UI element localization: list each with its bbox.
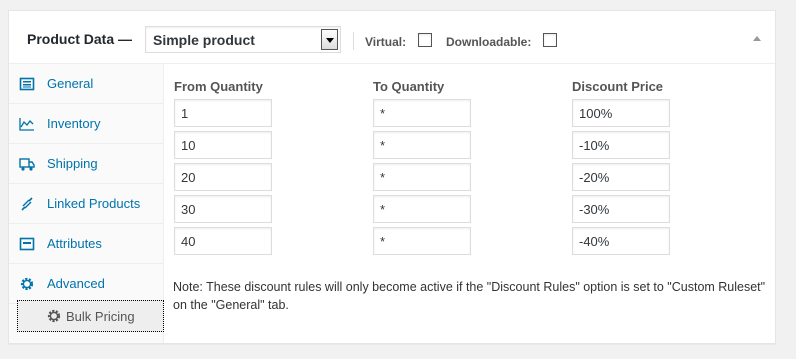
discount-price-input[interactable] xyxy=(572,227,670,255)
tab-linked-products[interactable]: Linked Products xyxy=(9,184,163,224)
tab-shipping[interactable]: Shipping xyxy=(9,144,163,184)
discount-price-input[interactable] xyxy=(572,163,670,191)
bulk-pricing-panel: From Quantity To Quantity Discount Price… xyxy=(164,64,775,343)
tab-general[interactable]: General xyxy=(9,64,163,104)
discount-price-input[interactable] xyxy=(572,195,670,223)
tab-bulk-pricing-label: Bulk Pricing xyxy=(66,309,135,324)
gear-icon xyxy=(47,309,61,323)
product-data-panel: Product Data — Simple product Virtual: D… xyxy=(8,10,776,344)
discount-price-input[interactable] xyxy=(572,131,670,159)
chevron-down-icon[interactable] xyxy=(321,29,338,50)
tab-general-label: General xyxy=(47,76,94,91)
to-quantity-input[interactable] xyxy=(373,163,471,191)
column-header-discount: Discount Price xyxy=(572,79,664,94)
collapse-toggle-icon[interactable] xyxy=(753,36,761,41)
inventory-icon xyxy=(19,118,34,131)
from-quantity-input[interactable] xyxy=(174,131,272,159)
virtual-label: Virtual: xyxy=(365,35,407,49)
from-quantity-input[interactable] xyxy=(174,163,272,191)
from-quantity-input[interactable] xyxy=(174,99,272,127)
attributes-icon xyxy=(19,237,35,251)
discount-rules-note: Note: These discount rules will only bec… xyxy=(173,280,766,312)
column-header-to: To Quantity xyxy=(373,79,445,94)
downloadable-label: Downloadable: xyxy=(446,35,532,49)
header-divider xyxy=(353,32,354,50)
to-quantity-input[interactable] xyxy=(373,131,471,159)
to-quantity-input[interactable] xyxy=(373,227,471,255)
panel-title: Product Data — xyxy=(27,31,133,47)
link-icon xyxy=(21,197,33,211)
tab-attributes[interactable]: Attributes xyxy=(9,224,163,264)
tab-attributes-label: Attributes xyxy=(47,236,102,251)
gear-icon xyxy=(20,277,34,291)
tab-bulk-pricing[interactable]: Bulk Pricing xyxy=(17,300,164,332)
tab-inventory[interactable]: Inventory xyxy=(9,104,163,144)
virtual-checkbox[interactable] xyxy=(418,33,432,47)
to-quantity-input[interactable] xyxy=(373,99,471,127)
general-icon xyxy=(19,77,35,91)
tab-advanced[interactable]: Advanced xyxy=(9,264,163,304)
tab-linked-products-label: Linked Products xyxy=(47,196,141,211)
shipping-icon xyxy=(19,158,35,171)
from-quantity-input[interactable] xyxy=(174,227,272,255)
tab-inventory-label: Inventory xyxy=(47,116,101,131)
discount-price-input[interactable] xyxy=(572,99,670,127)
column-header-from: From Quantity xyxy=(174,79,263,94)
product-data-header: Product Data — Simple product Virtual: D… xyxy=(9,11,775,64)
downloadable-checkbox[interactable] xyxy=(543,33,557,47)
tab-shipping-label: Shipping xyxy=(47,156,98,171)
product-type-value: Simple product xyxy=(153,32,255,48)
from-quantity-input[interactable] xyxy=(174,195,272,223)
product-data-tabs: General Inventory Shipping Linked Produc… xyxy=(9,64,164,343)
tab-advanced-label: Advanced xyxy=(47,276,105,291)
to-quantity-input[interactable] xyxy=(373,195,471,223)
product-type-select[interactable]: Simple product xyxy=(145,26,341,53)
